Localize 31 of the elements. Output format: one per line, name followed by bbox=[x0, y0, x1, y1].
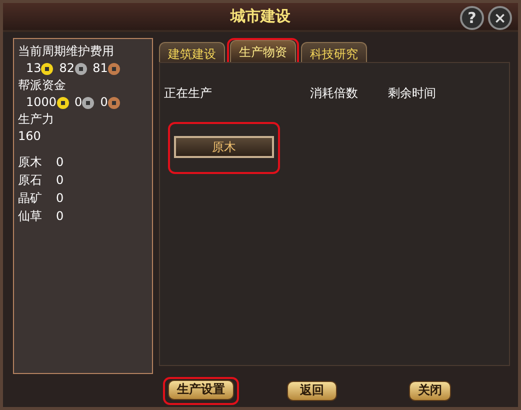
funds-label: 帮派资金 bbox=[18, 77, 67, 94]
coin-amount: 81 bbox=[92, 60, 108, 78]
tab[interactable]: 建筑建设 bbox=[159, 42, 225, 64]
material-name: 仙草 bbox=[18, 208, 43, 226]
close-button[interactable]: × bbox=[488, 6, 512, 30]
productivity-value: 160 bbox=[18, 128, 42, 146]
column-header: 剩余时间 bbox=[388, 85, 436, 102]
coin-amount: 1000 bbox=[26, 94, 57, 112]
coin-amount: 13 bbox=[26, 60, 42, 78]
action-button[interactable]: 关闭 bbox=[409, 380, 451, 401]
column-header: 正在生产 bbox=[164, 85, 213, 102]
material-name: 晶矿 bbox=[18, 190, 43, 208]
tab[interactable]: 生产物资 bbox=[230, 40, 296, 62]
coin-amount: 0 bbox=[74, 94, 82, 112]
material-count: 0 bbox=[56, 190, 64, 208]
material-name: 原木 bbox=[18, 154, 43, 172]
productivity-label: 生产力 bbox=[18, 111, 55, 128]
material-count: 0 bbox=[56, 208, 64, 226]
help-button[interactable]: ? bbox=[460, 6, 484, 30]
tab[interactable]: 科技研究 bbox=[301, 42, 367, 64]
item-button[interactable]: 原木 bbox=[174, 136, 274, 158]
window-title: 城市建设 bbox=[230, 7, 290, 26]
material-count: 0 bbox=[56, 172, 64, 190]
upkeep-label: 当前周期维护费用 bbox=[18, 43, 115, 60]
column-header: 消耗倍数 bbox=[310, 85, 359, 102]
coin-amount: 82 bbox=[59, 60, 75, 78]
action-button[interactable]: 返回 bbox=[287, 380, 337, 401]
material-count: 0 bbox=[56, 154, 64, 172]
action-button[interactable]: 生产设置 bbox=[168, 380, 234, 400]
coin-amount: 0 bbox=[100, 94, 108, 112]
material-name: 原石 bbox=[18, 172, 43, 190]
